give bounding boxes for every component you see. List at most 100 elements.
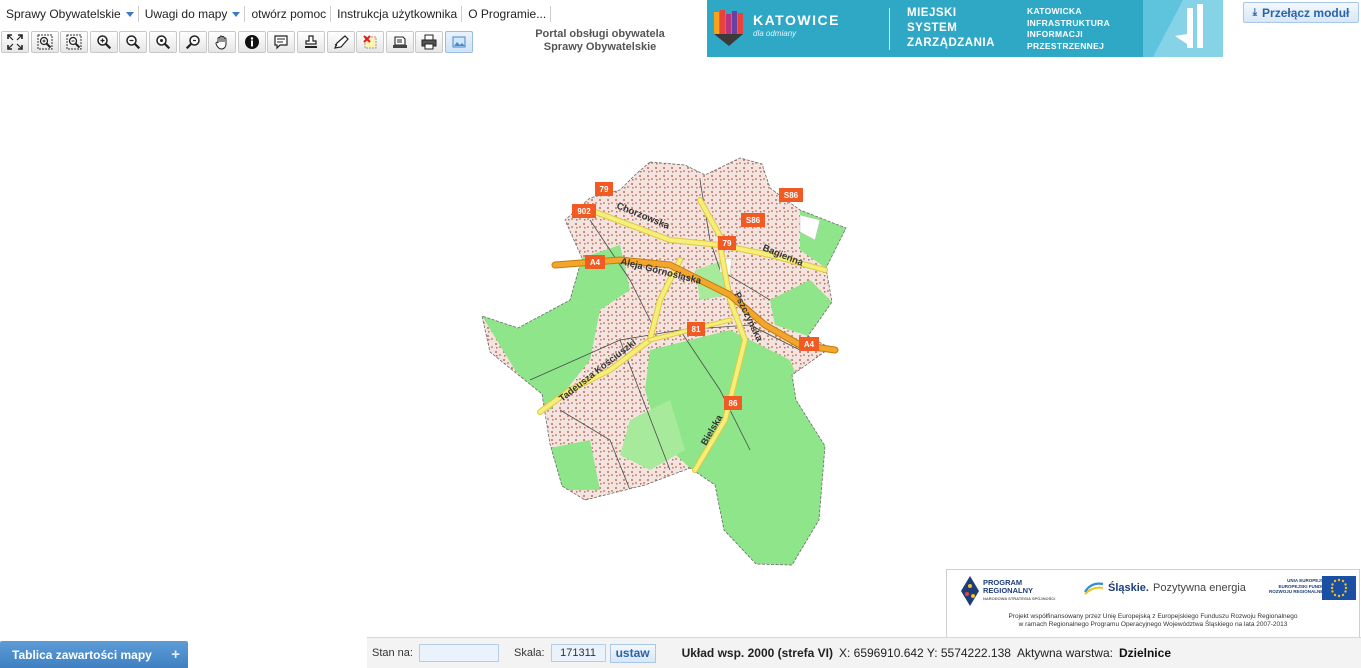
slaskie-swirl-icon — [1084, 582, 1104, 595]
banner-kiip-line: KATOWICKA — [1027, 6, 1082, 16]
clear-selection-icon — [363, 35, 377, 49]
zoom-out-window-icon — [66, 34, 82, 50]
set-scale-button[interactable]: ustaw — [609, 643, 656, 663]
banner-city: KATOWICE — [753, 12, 840, 28]
zoom-window-button[interactable] — [30, 31, 59, 53]
stamp-icon — [304, 35, 317, 48]
menu-sprawy-obywatelskie[interactable]: Sprawy Obywatelskie — [0, 6, 139, 22]
shield-a4-a: A4 — [590, 258, 601, 267]
cursor-coordinates: X: 6596910.642 Y: 5574222.138 — [838, 646, 1011, 660]
edit-print-icon — [392, 36, 407, 48]
shield-86: 86 — [729, 399, 738, 408]
portal-title-line2: Sprawy Obywatelskie — [543, 41, 657, 53]
chevron-down-icon — [232, 12, 241, 18]
menu-o-programie[interactable]: O Programie... — [462, 6, 552, 22]
zoom-next-icon — [185, 35, 200, 50]
menu-label: Uwagi do mapy — [144, 7, 228, 21]
slaskie-name: Śląskie. — [1108, 582, 1149, 594]
menu-label: otwórz pomoc — [251, 7, 327, 21]
map-contents-label: Tablica zawartości mapy — [12, 647, 152, 662]
katowice-logo-icon — [714, 10, 743, 46]
image-export-icon — [452, 36, 466, 48]
zoom-in-button[interactable] — [89, 31, 118, 53]
switch-module-label: Przełącz moduł — [1262, 5, 1350, 20]
slaskie-slogan: Pozytywna energia — [1152, 582, 1246, 594]
menu-label: O Programie... — [468, 7, 547, 21]
menu-label: Instrukcja użytkownika — [337, 7, 458, 21]
program-line: REGIONALNY — [983, 586, 1034, 595]
banner-kiip-name: KATOWICKA INFRASTRUKTURA INFORMACJI PRZE… — [1027, 6, 1110, 52]
shield-79-b: 79 — [723, 239, 732, 248]
info-icon — [244, 35, 259, 49]
tooltip-icon — [274, 35, 288, 50]
banner-kiip-line: INFRASTRUKTURA — [1027, 17, 1111, 28]
stan-na-label: Stan na: — [372, 647, 413, 659]
program-regionalny-logo: PROGRAM REGIONALNY NARODOWA STRATEGIA SP… — [961, 576, 1055, 606]
program-regionalny-icon — [961, 576, 979, 606]
menu-label: Sprawy Obywatelskie — [6, 7, 121, 21]
shield-902: 902 — [577, 207, 591, 216]
scale-label: Skala: — [513, 647, 545, 659]
measure-pencil-icon — [333, 35, 349, 49]
banner-system-line: ZARZĄDZANIA — [907, 37, 995, 49]
menu-instrukcja-uzytkownika[interactable]: Instrukcja użytkownika — [331, 6, 463, 22]
coordinate-system: Układ wsp. 2000 (strefa VI) — [681, 646, 833, 660]
banner-decoration — [1143, 0, 1223, 57]
map-contents-tab[interactable]: Tablica zawartości mapy + — [0, 641, 188, 668]
image-export-button[interactable] — [444, 31, 473, 53]
chevron-down-icon — [125, 12, 134, 18]
kiip-logo-icon — [1153, 0, 1223, 57]
pan-button[interactable] — [208, 31, 237, 53]
info-button[interactable] — [237, 31, 266, 53]
full-extent-icon — [7, 34, 23, 50]
zoom-window-icon — [37, 34, 53, 50]
printer-icon — [421, 34, 437, 50]
banner-system-name: MIEJSKI SYSTEM ZARZĄDZANIA — [907, 6, 995, 51]
funding-note: Projekt współfinansowany przez Unię Euro… — [947, 613, 1359, 629]
clear-selection-button[interactable] — [356, 31, 385, 53]
zoom-out-button[interactable] — [119, 31, 148, 53]
zoom-out-icon — [126, 35, 141, 50]
funding-note-line: Projekt współfinansowany przez Unię Euro… — [1008, 613, 1298, 620]
status-bar: Stan na: Skala: ustaw Układ wsp. 2000 (s… — [367, 637, 1361, 668]
plus-icon[interactable]: + — [171, 646, 180, 663]
header-banner: KATOWICE dla odmiany MIEJSKI SYSTEM ZARZ… — [707, 0, 1223, 57]
shield-a4-b: A4 — [804, 340, 815, 349]
stan-na-input[interactable] — [418, 644, 499, 662]
active-layer-label: Aktywna warstwa: — [1016, 646, 1113, 660]
map-toolbar — [1, 31, 475, 53]
sponsor-panel: PROGRAM REGIONALNY NARODOWA STRATEGIA SP… — [946, 569, 1360, 638]
shield-81: 81 — [692, 325, 701, 334]
stamp-button[interactable] — [296, 31, 325, 53]
zoom-previous-icon — [156, 35, 171, 50]
print-button[interactable] — [415, 31, 444, 53]
banner-kiip-line: INFORMACJI — [1027, 29, 1083, 39]
shield-79-a: 79 — [600, 185, 609, 194]
eu-flag-icon — [1322, 576, 1356, 600]
portal-title: Portal obsługi obywatela Sprawy Obywatel… — [500, 28, 700, 54]
program-regionalny-text: PROGRAM REGIONALNY NARODOWA STRATEGIA SP… — [983, 579, 1055, 603]
zoom-next-button[interactable] — [178, 31, 207, 53]
portal-title-line1: Portal obsługi obywatela — [535, 28, 665, 40]
program-subtitle: NARODOWA STRATEGIA SPÓJNOŚCI — [983, 596, 1056, 601]
menu-uwagi-do-mapy[interactable]: Uwagi do mapy — [139, 6, 246, 22]
zoom-previous-button[interactable] — [148, 31, 177, 53]
banner-system-line: SYSTEM — [907, 22, 958, 34]
pan-hand-icon — [215, 35, 227, 50]
active-layer-value: Dzielnice — [1118, 646, 1171, 660]
zoom-out-window-button[interactable] — [60, 31, 89, 53]
edit-print-button[interactable] — [385, 31, 414, 53]
shield-s86-b: S86 — [746, 216, 761, 225]
measure-button[interactable] — [326, 31, 355, 53]
scale-input[interactable] — [550, 644, 606, 662]
banner-kiip-line: PRZESTRZENNEJ — [1027, 40, 1105, 51]
map-canvas[interactable]: Chorzowska Aleja Górnośląska Bagienna Ps… — [470, 150, 850, 570]
funding-note-line: w ramach Regionalnego Programu Operacyjn… — [1018, 621, 1288, 628]
banner-divider — [889, 8, 890, 50]
switch-module-button[interactable]: ⤓ Przełącz moduł — [1243, 2, 1359, 23]
tooltip-button[interactable] — [267, 31, 296, 53]
full-extent-button[interactable] — [1, 31, 29, 53]
shield-s86-a: S86 — [784, 191, 799, 200]
menu-otworz-pomoc[interactable]: otwórz pomoc — [245, 6, 332, 22]
slaskie-logo: Śląskie. Pozytywna energia — [1083, 580, 1246, 596]
